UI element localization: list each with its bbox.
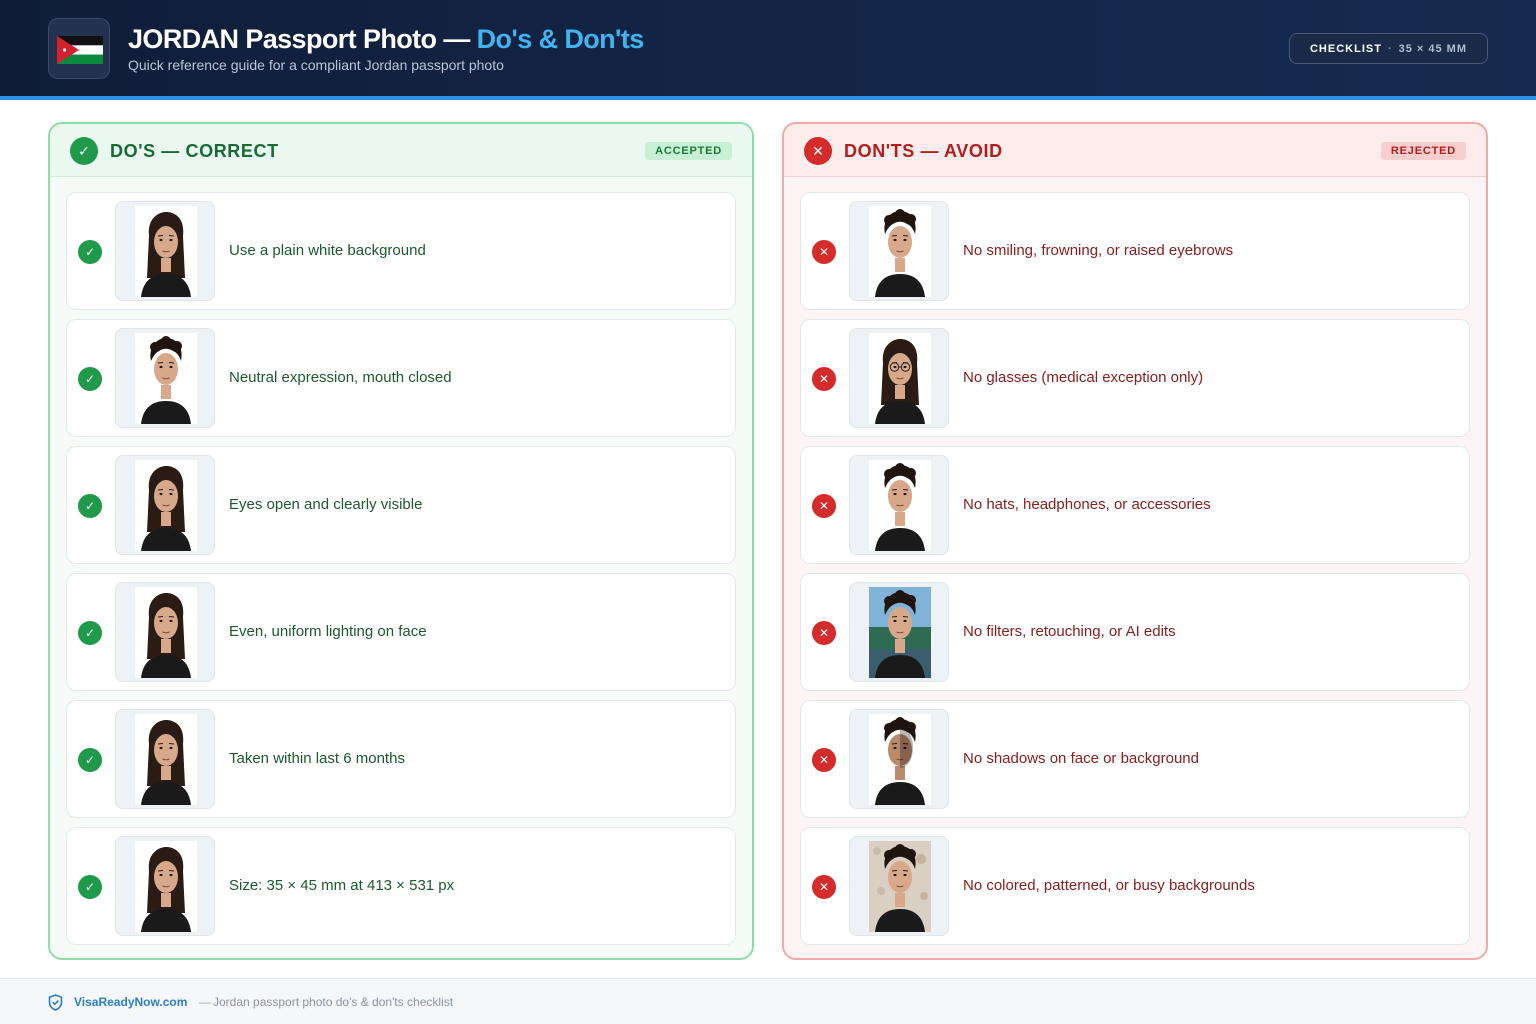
donts-title: DON'TS — AVOID [844,141,1003,161]
x-icon: ✕ [812,494,836,518]
portrait-thumbnail [115,328,215,428]
x-icon: ✕ [812,875,836,899]
do-item-text: Use a plain white background [229,242,426,259]
donts-panel-header: ✕ DON'TS — AVOID REJECTED [784,124,1486,177]
page-header: JORDAN Passport Photo — Do's & Don'ts Qu… [0,0,1536,97]
portrait-image [135,841,197,932]
portrait-image [869,587,931,678]
portrait-image [135,460,197,551]
do-item-card: ✓ Even, uniform lighting on face [66,573,736,691]
x-icon: ✕ [812,367,836,391]
donts-panel: ✕ DON'TS — AVOID REJECTED ✕ No smiling, f… [782,122,1488,960]
portrait-thumbnail [115,582,215,682]
do-item-card: ✓ Taken within last 6 months [66,700,736,818]
portrait-image [869,841,931,932]
portrait-thumbnail [849,455,949,555]
portrait-thumbnail [849,582,949,682]
x-icon: ✕ [812,240,836,264]
portrait-thumbnail [849,836,949,936]
do-item-text: Size: 35 × 45 mm at 413 × 531 px [229,877,455,894]
x-icon: ✕ [812,621,836,645]
pill-separator: · [1387,42,1393,55]
portrait-image [135,206,197,297]
check-icon: ✓ [78,494,102,518]
do-item-text: Even, uniform lighting on face [229,623,427,640]
dont-item-text: No glasses (medical exception only) [963,369,1204,386]
portrait-image [135,587,197,678]
footer-brand-link[interactable]: VisaReadyNow.com [74,995,187,1009]
dont-item-text: No colored, patterned, or busy backgroun… [963,877,1255,894]
dont-item-card: ✕ No hats, headphones, or accessories [800,446,1470,564]
do-item-card: ✓ Neutral expression, mouth closed [66,319,736,437]
check-icon: ✓ [78,240,102,264]
dont-item-text: No hats, headphones, or accessories [963,496,1211,513]
do-item-card: ✓ Size: 35 × 45 mm at 413 × 531 px [66,827,736,945]
flag-badge [48,18,110,79]
portrait-image [869,206,931,297]
portrait-thumbnail [849,201,949,301]
dont-item-card: ✕ No filters, retouching, or AI edits [800,573,1470,691]
title-main: JORDAN Passport Photo — [128,24,477,54]
do-item-text: Taken within last 6 months [229,750,405,767]
dont-item-card: ✕ No smiling, frowning, or raised eyebrow… [800,192,1470,310]
shield-icon [48,994,63,1011]
portrait-image [135,714,197,805]
dont-item-card: ✕ No shadows on face or background [800,700,1470,818]
portrait-thumbnail [849,328,949,428]
dos-panel-header: ✓ DO'S — CORRECT ACCEPTED [50,124,752,177]
do-item-card: ✓ Use a plain white background [66,192,736,310]
donts-list: ✕ No smiling, frowning, or raised eyebrow… [800,192,1470,954]
do-item-text: Neutral expression, mouth closed [229,369,452,386]
dont-item-text: No filters, retouching, or AI edits [963,623,1176,640]
portrait-thumbnail [849,709,949,809]
footer-separator: — [199,995,211,1009]
pill-size: 35 × 45 MM [1398,42,1467,55]
jordan-flag-icon [57,36,103,64]
check-icon: ✓ [78,367,102,391]
rejected-badge: REJECTED [1380,142,1466,160]
page-footer: VisaReadyNow.com — Jordan passport photo… [0,978,1536,1024]
header-accent-line [0,96,1536,100]
dont-item-card: ✕ No colored, patterned, or busy backgrou… [800,827,1470,945]
footer-caption: Jordan passport photo do's & don'ts chec… [213,995,454,1009]
x-icon: ✕ [812,748,836,772]
checklist-pill: CHECKLIST · 35 × 45 MM [1289,33,1488,64]
do-item-card: ✓ Eyes open and clearly visible [66,446,736,564]
dos-title: DO'S — CORRECT [110,141,279,161]
dont-item-text: No smiling, frowning, or raised eyebrows [963,242,1234,259]
portrait-thumbnail [115,836,215,936]
check-icon: ✓ [78,748,102,772]
title-accent: Do's & Don'ts [476,24,645,54]
pill-label: CHECKLIST [1309,42,1382,55]
portrait-image [135,333,197,424]
dos-panel: ✓ DO'S — CORRECT ACCEPTED ✓ Use a plain w… [48,122,754,960]
dos-list: ✓ Use a plain white background ✓ Neutral ex… [66,192,736,954]
x-icon: ✕ [804,137,832,165]
page-title: JORDAN Passport Photo — Do's & Don'ts [128,24,644,55]
accepted-badge: ACCEPTED [645,142,732,160]
portrait-thumbnail [115,709,215,809]
portrait-image [869,714,931,805]
dont-item-card: ✕ No glasses (medical exception only) [800,319,1470,437]
page-subtitle: Quick reference guide for a compliant Jo… [128,57,504,73]
check-icon: ✓ [70,137,98,165]
do-item-text: Eyes open and clearly visible [229,496,423,513]
check-icon: ✓ [78,875,102,899]
dont-item-text: No shadows on face or background [963,750,1199,767]
check-icon: ✓ [78,621,102,645]
portrait-image [869,460,931,551]
portrait-thumbnail [115,455,215,555]
portrait-image [869,333,931,424]
portrait-thumbnail [115,201,215,301]
